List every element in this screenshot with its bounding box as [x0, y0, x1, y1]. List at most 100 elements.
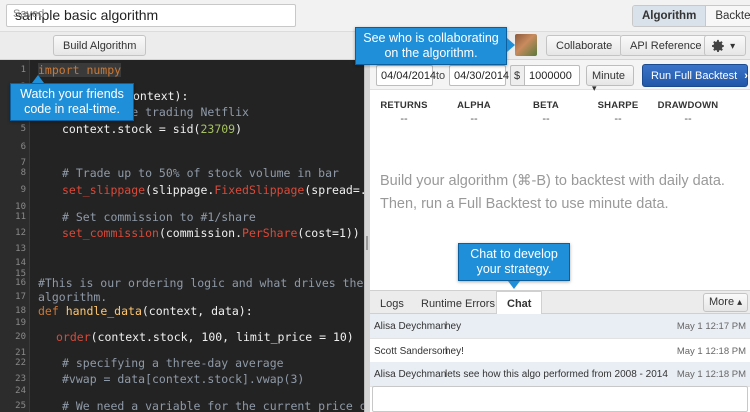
collaborate-button[interactable]: Collaborate: [546, 35, 623, 56]
currency-symbol: $: [510, 65, 524, 86]
frequency-value: Minute: [592, 70, 626, 82]
chat-message: Alisa Deychman lets see how this algo pe…: [370, 362, 750, 387]
tab-algorithm[interactable]: Algorithm: [633, 6, 707, 26]
callout-realtime-arrow: [32, 75, 44, 83]
metric-drawdown: DRAWDOWN --: [657, 100, 719, 125]
code-line-5: context.stock = sid(23709): [62, 122, 243, 136]
backtest-placeholder-message: Build your algorithm (⌘-B) to backtest w…: [380, 170, 742, 216]
tab-backtest[interactable]: Backtest: [706, 6, 750, 26]
api-reference-button[interactable]: API Reference: [620, 35, 712, 56]
callout-chat-line-1: Chat to develop: [470, 247, 558, 261]
capital-input[interactable]: 1000000: [524, 65, 580, 86]
bottom-tabs: Logs Runtime Errors Chat: [370, 290, 750, 316]
line-number: 6: [20, 142, 26, 152]
code-line-23: #vwap = data[context.stock].vwap(3): [62, 372, 305, 386]
chevron-right-icon: ›: [744, 70, 748, 82]
metric-returns: RETURNS --: [380, 100, 428, 125]
mode-tabs: Algorithm Backtest: [632, 5, 750, 27]
code-line-9: set_slippage(slippage.FixedSlippage(spre…: [62, 183, 364, 197]
callout-collaborating-arrow: [507, 38, 515, 52]
callout-realtime: Watch your friends code in real-time.: [10, 83, 134, 121]
line-number: 20: [15, 332, 26, 342]
chat-text: hey: [445, 321, 462, 332]
code-line-16: #This is our ordering logic and what dri…: [38, 276, 364, 290]
algorithm-name-input[interactable]: sample basic algorithm: [6, 4, 296, 27]
end-date-input[interactable]: 04/30/2014: [449, 65, 509, 86]
metrics-row: RETURNS -- ALPHA -- BETA -- SHARPE -- DRAWDO…: [370, 100, 750, 130]
chat-text: hey!: [445, 346, 464, 357]
code-line-18: def handle_data(context, data):: [38, 304, 253, 318]
code-line-22: # specifying a three-day average: [62, 356, 284, 370]
chevron-down-icon: ▾: [592, 83, 597, 93]
line-number: 25: [15, 401, 26, 411]
collaborator-avatar[interactable]: [515, 34, 537, 56]
code-line-3: ontext):: [133, 89, 189, 103]
callout-chat: Chat to develop your strategy.: [458, 243, 570, 281]
code-line-12: set_commission(commission.PerShare(cost=…: [62, 226, 360, 240]
chat-user: Alisa Deychman: [374, 369, 447, 380]
line-number: 21: [15, 348, 26, 358]
gear-icon: [712, 39, 724, 53]
callout-collaborating: See who is collaborating on the algorith…: [355, 27, 507, 65]
line-number: 14: [15, 258, 26, 268]
line-number: 19: [15, 318, 26, 328]
metric-beta: BETA --: [533, 100, 559, 125]
more-button[interactable]: More ▴: [703, 293, 749, 312]
line-number: 22: [15, 358, 26, 368]
callout-collaborating-line-1: See who is collaborating: [363, 31, 499, 45]
line-number: 12: [15, 228, 26, 238]
line-number: 1: [20, 65, 26, 75]
build-algorithm-button[interactable]: Build Algorithm: [53, 35, 147, 56]
line-number: 24: [15, 386, 26, 396]
code-line-1: import numpy: [38, 63, 122, 77]
line-number: 16: [15, 278, 26, 288]
chat-message: Scott Sanderson hey! May 1 12:18 PM: [370, 339, 750, 364]
settings-button[interactable]: ▾: [704, 35, 746, 56]
code-line-17: algorithm.: [38, 290, 108, 304]
start-date-input[interactable]: 04/04/2014: [376, 65, 436, 86]
tab-chat[interactable]: Chat: [496, 291, 543, 316]
callout-chat-line-2: your strategy.: [476, 262, 552, 276]
run-full-backtest-button[interactable]: Run Full Backtest ›: [642, 64, 748, 87]
saved-status: Saved: [13, 8, 45, 20]
code-line-25: # We need a variable for the current pri…: [62, 399, 364, 412]
callout-collaborating-line-2: on the algorithm.: [384, 46, 478, 60]
placeholder-line-1: Build your algorithm (⌘-B) to backtest w…: [380, 173, 725, 189]
tab-runtime-errors[interactable]: Runtime Errors: [421, 298, 495, 310]
line-number: 5: [20, 124, 26, 134]
line-number: 18: [15, 306, 26, 316]
splitter-grip-icon[interactable]: [366, 236, 368, 250]
date-to-label: to: [436, 70, 446, 82]
callout-chat-arrow: [508, 281, 520, 289]
chat-message: Alisa Deychman hey May 1 12:17 PM: [370, 314, 750, 339]
run-full-backtest-label: Run Full Backtest: [651, 70, 738, 82]
chat-time: May 1 12:18 PM: [676, 369, 746, 380]
line-number: 10: [15, 202, 26, 212]
chat-text: lets see how this algo performed from 20…: [445, 369, 668, 380]
callout-realtime-line-1: Watch your friends: [20, 87, 124, 101]
placeholder-line-2: Then, run a Full Backtest to use minute …: [380, 196, 669, 212]
code-line-20: order(context.stock, 100, limit_price = …: [56, 330, 354, 344]
frequency-select[interactable]: Minute ▾: [586, 65, 634, 93]
line-number: 17: [15, 292, 26, 302]
callout-realtime-line-2: code in real-time.: [24, 102, 120, 116]
tab-logs[interactable]: Logs: [380, 298, 404, 310]
chat-input[interactable]: [372, 386, 748, 412]
chevron-down-icon: ▾: [730, 40, 736, 52]
metric-sharpe: SHARPE --: [597, 100, 639, 125]
line-number: 23: [15, 374, 26, 384]
line-number: 13: [15, 244, 26, 254]
more-label: More: [709, 296, 735, 308]
chevron-up-icon: ▴: [737, 297, 743, 308]
chat-time: May 1 12:18 PM: [676, 346, 746, 357]
line-number: 11: [15, 212, 26, 222]
code-line-8: # Trade up to 50% of stock volume in bar: [62, 166, 339, 180]
code-line-11: # Set commission to #1/share: [62, 210, 256, 224]
chat-user: Alisa Deychman: [374, 321, 447, 332]
metric-alpha: ALPHA --: [457, 100, 491, 125]
line-number: 7: [20, 158, 26, 168]
line-number: 9: [20, 185, 26, 195]
chat-user: Scott Sanderson: [374, 346, 448, 357]
chat-time: May 1 12:17 PM: [676, 321, 746, 332]
line-number: 8: [20, 168, 26, 178]
